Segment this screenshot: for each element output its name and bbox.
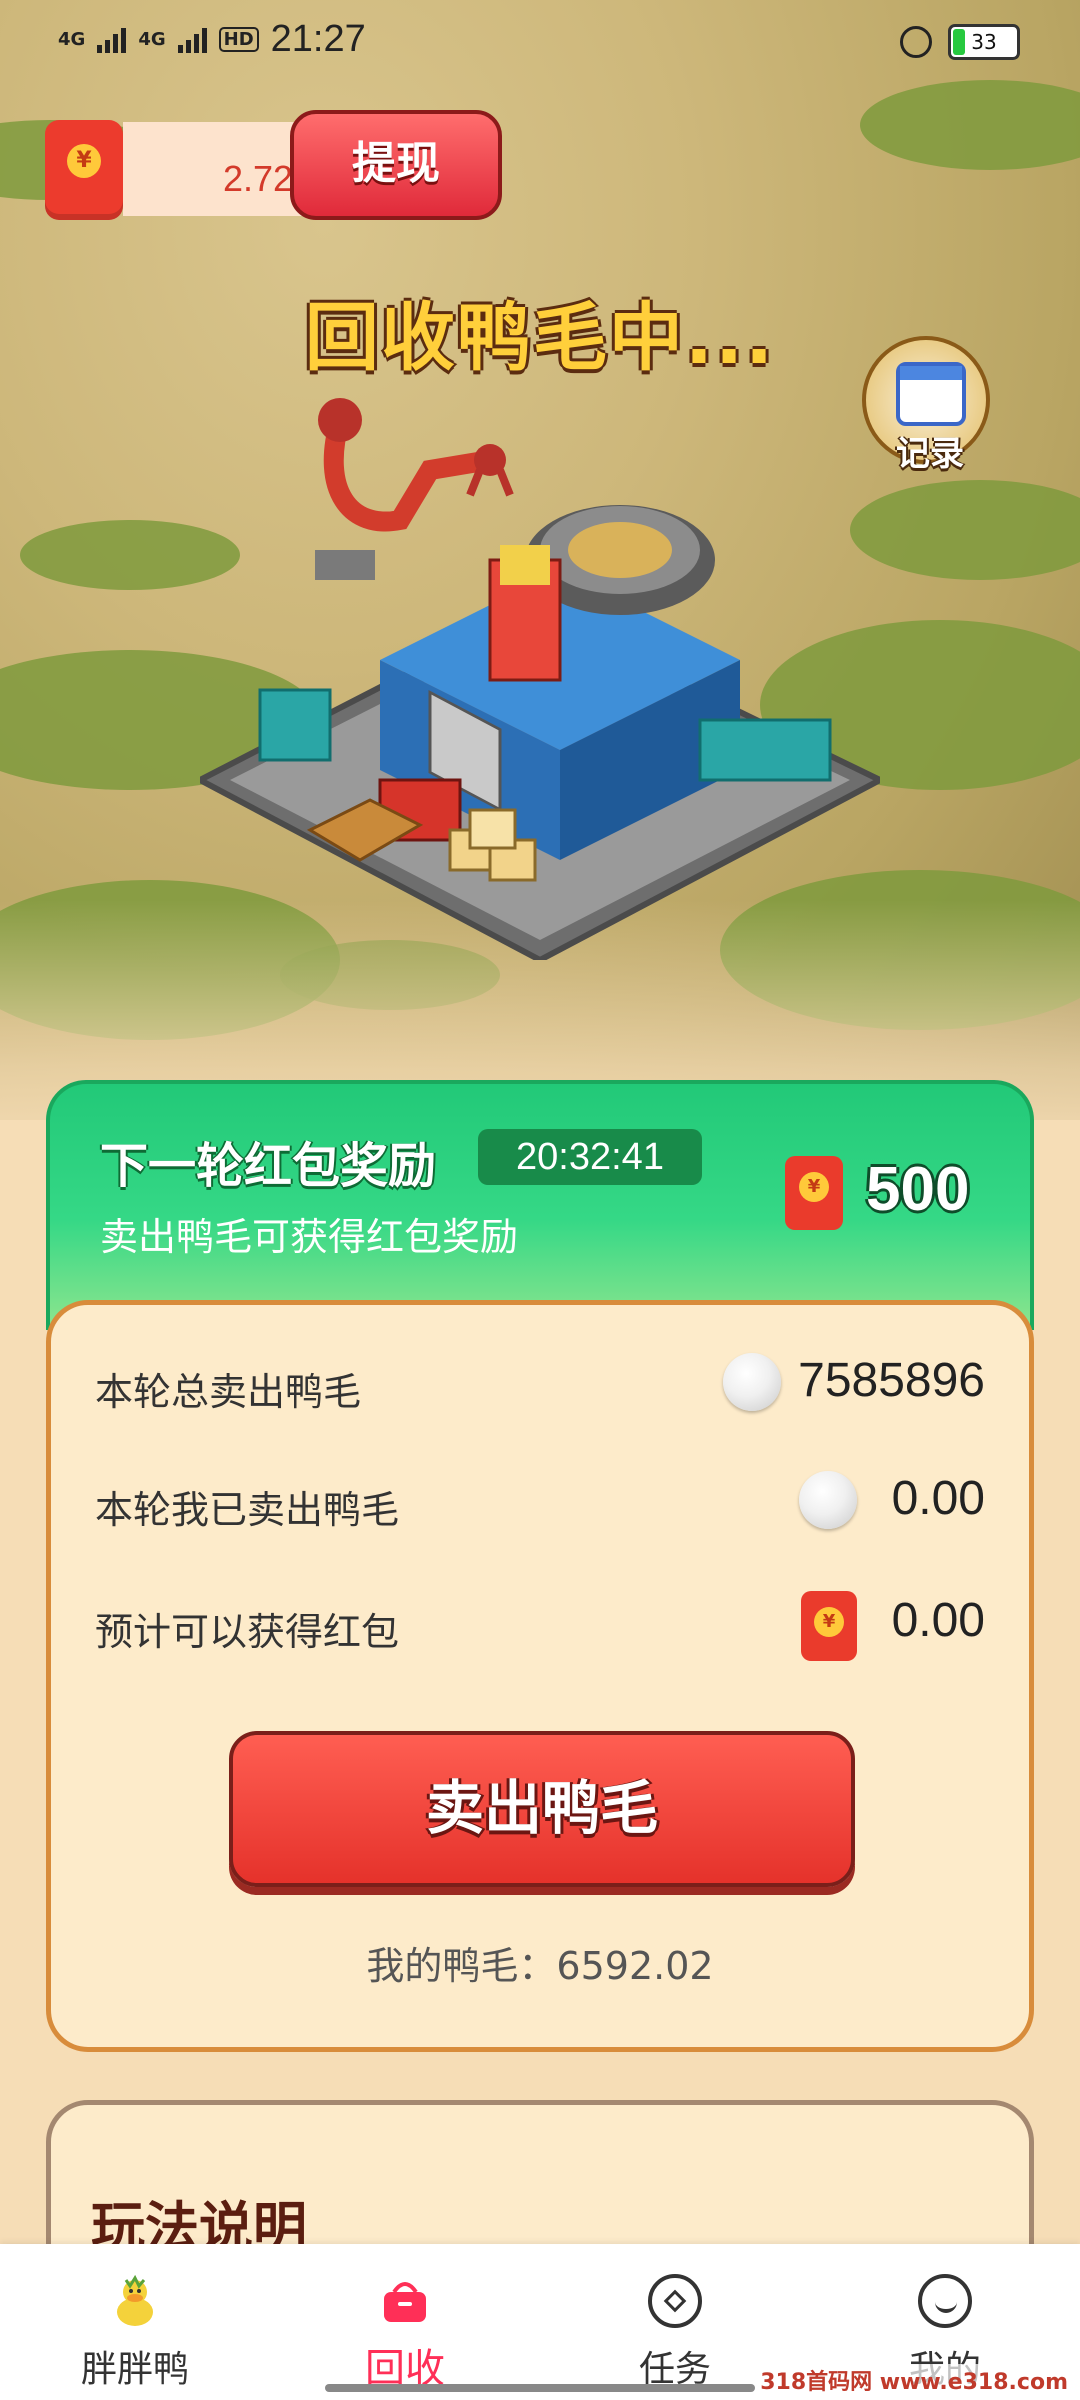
yuan-coin-icon: ¥ [799,1172,829,1202]
red-envelope-icon: ¥ [801,1591,857,1661]
task-icon [648,2274,702,2328]
withdraw-button[interactable]: 提现 [290,110,502,220]
stat-label: 本轮总卖出鸭毛 [95,1370,362,1414]
stat-label: 本轮我已卖出鸭毛 [95,1488,400,1532]
stat-row-my-sold: 本轮我已卖出鸭毛 0.00 [95,1463,985,1543]
reward-header: 下一轮红包奖励 20:32:41 卖出鸭毛可获得红包奖励 ¥ 500 [46,1080,1034,1330]
network-label: 4G [58,29,86,50]
yuan-coin-icon: ¥ [814,1607,844,1637]
battery-icon: 33 [948,24,1020,60]
tab-recycle[interactable]: 回收 [270,2244,540,2400]
basket-icon [384,2282,426,2322]
record-label: 记录 [896,434,964,474]
calendar-icon [896,362,966,426]
red-envelope-icon: ¥ [785,1156,843,1230]
battery-level: 33 [971,30,997,54]
home-indicator[interactable] [325,2384,755,2392]
hd-badge: HD [218,27,259,52]
stat-label: 预计可以获得红包 [95,1610,400,1654]
profile-icon [918,2274,972,2328]
stat-value: 0.00 [891,1594,985,1647]
countdown-timer: 20:32:41 [478,1129,702,1185]
signal-icon-2 [177,27,207,53]
tab-label: 胖胖鸭 [80,2349,189,2390]
status-bar: 4G 4G HD 21:27 33 [0,0,1080,90]
stat-row-total-sold: 本轮总卖出鸭毛 7585896 [95,1345,985,1425]
status-time: 21:27 [270,18,366,60]
yuan-coin-icon: ¥ [67,144,101,178]
sell-feather-button[interactable]: 卖出鸭毛 [229,1731,855,1887]
reward-subtitle: 卖出鸭毛可获得红包奖励 [100,1215,519,1259]
duck-icon [117,2274,153,2326]
reward-title: 下一轮红包奖励 [100,1138,437,1194]
watermark: 318首码网 www.e318.com [756,2364,1072,2396]
feather-ball-icon [723,1353,781,1411]
alarm-icon [900,26,932,58]
sell-stats-panel: 本轮总卖出鸭毛 7585896 本轮我已卖出鸭毛 0.00 预计可以获得红包 ¥… [46,1300,1034,2052]
wallet-balance: 2.72 [223,158,294,199]
signal-icon [97,27,127,53]
network-label-2: 4G [138,29,166,50]
record-button[interactable]: 记录 [862,336,990,474]
recycling-factory-illustration [200,398,880,960]
stat-value: 7585896 [798,1354,985,1407]
reward-card: 下一轮红包奖励 20:32:41 卖出鸭毛可获得红包奖励 ¥ 500 本轮总卖出… [46,1080,1034,2060]
stat-row-expected-envelope: 预计可以获得红包 ¥ 0.00 [95,1585,985,1665]
tab-duck[interactable]: 胖胖鸭 [0,2244,270,2400]
reward-amount: 500 [866,1155,970,1224]
wallet-widget: ¥ 2.72 提现 [45,110,502,220]
feather-ball-icon [799,1471,857,1529]
red-envelope-icon: ¥ [45,120,123,220]
my-feather-balance: 我的鸭毛：6592.02 [366,1944,714,1988]
stat-value: 0.00 [891,1472,985,1525]
